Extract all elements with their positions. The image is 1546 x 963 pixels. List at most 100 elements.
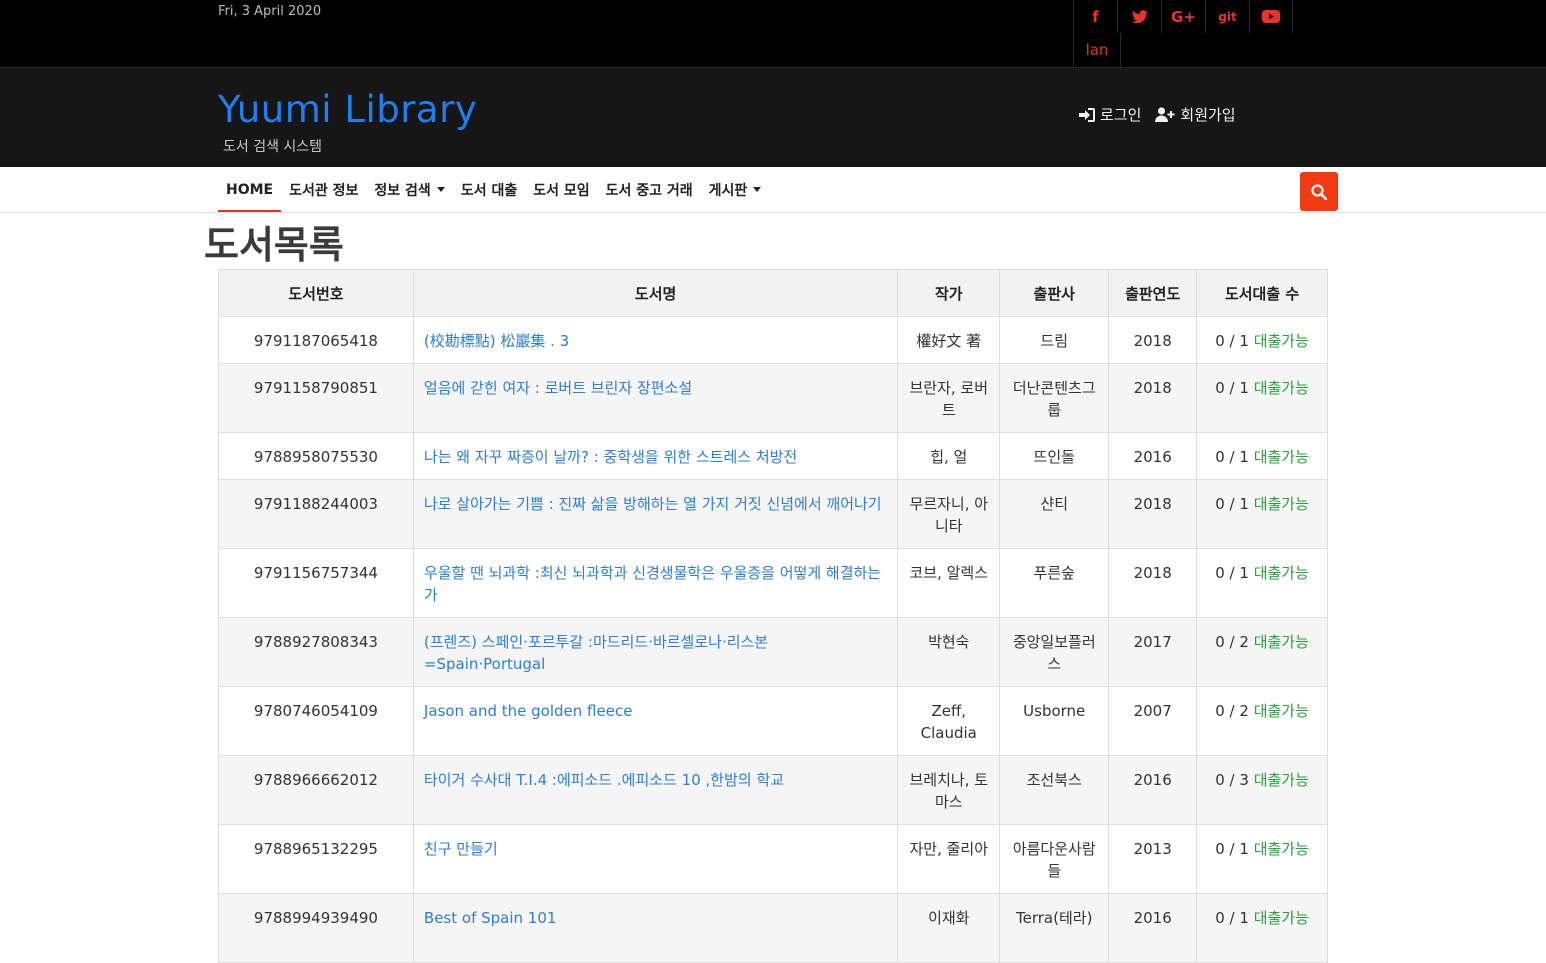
cell-title: 타이거 수사대 T.I.4 :에피소드 .에피소드 10 ,한밤의 학교	[412, 755, 899, 825]
nav-book-loan-label: 도서 대출	[460, 182, 518, 199]
cell-loan: 0 / 1 대출가능	[1196, 824, 1328, 894]
cell-publisher: 아름다운사람들	[999, 824, 1110, 894]
login-link[interactable]: 로그인	[1079, 104, 1141, 125]
table-row[interactable]: 9788927808343 (프렌즈) 스페인·포르투갈 :마드리드·바르셀로나·…	[218, 617, 1328, 687]
cell-isbn: 9780746054109	[218, 686, 414, 756]
cell-publisher: 푸른숲	[999, 548, 1110, 618]
loan-count: 0 / 1	[1215, 909, 1249, 927]
book-title-link[interactable]: 나로 살아가는 기쁨 : 진짜 삶을 방해하는 열 가지 거짓 신념에서 깨어나…	[424, 495, 882, 513]
loan-status-link[interactable]: 대출가능	[1254, 909, 1309, 927]
cell-author: 權好文 著	[897, 316, 1001, 364]
nav-info-search[interactable]: 정보 검색	[366, 167, 452, 212]
signup-link[interactable]: 회원가입	[1155, 104, 1236, 125]
loan-count: 0 / 3	[1215, 771, 1249, 789]
language-link[interactable]: lan	[1073, 33, 1121, 67]
cell-loan: 0 / 3 대출가능	[1196, 755, 1328, 825]
book-title-link[interactable]: Jason and the golden fleece	[424, 702, 633, 720]
table-row[interactable]: 9791188244003 나로 살아가는 기쁨 : 진짜 삶을 방해하는 열 가…	[218, 479, 1328, 549]
table-row[interactable]: 9780746054109 Jason and the golden fleece…	[218, 686, 1328, 756]
cell-isbn: 9788965132295	[218, 824, 414, 894]
site-title[interactable]: Yuumi Library	[218, 88, 477, 131]
table-row[interactable]: 9788966662012 타이거 수사대 T.I.4 :에피소드 .에피소드 1…	[218, 755, 1328, 825]
login-label: 로그인	[1100, 106, 1142, 124]
book-title-link[interactable]: 우울할 땐 뇌과학 :최신 뇌과학과 신경생물학은 우울증을 어떻게 해결하는가	[424, 564, 881, 604]
chevron-down-icon	[436, 187, 445, 192]
cell-year: 2017	[1108, 617, 1198, 687]
social-links: f G+ git lan	[1073, 0, 1293, 67]
loan-status-link[interactable]: 대출가능	[1254, 840, 1309, 858]
signup-label: 회원가입	[1180, 106, 1236, 124]
header-author[interactable]: 작가	[897, 269, 1001, 317]
nav-home[interactable]: HOME	[218, 167, 282, 212]
cell-year: 2016	[1108, 432, 1198, 480]
search-button[interactable]	[1300, 172, 1338, 211]
loan-status-link[interactable]: 대출가능	[1254, 564, 1309, 582]
google-plus-icon[interactable]: G+	[1161, 0, 1205, 33]
book-title-link[interactable]: (프렌즈) 스페인·포르투갈 :마드리드·바르셀로나·리스본 =Spain·Po…	[424, 633, 768, 673]
site-subtitle: 도서 검색 시스템	[223, 139, 323, 155]
cell-title: 나는 왜 자꾸 짜증이 날까? : 중학생을 위한 스트레스 처방전	[412, 432, 899, 480]
header-publisher[interactable]: 출판사	[999, 269, 1110, 317]
nav-book-club-label: 도서 모임	[533, 182, 590, 199]
search-icon	[1311, 183, 1327, 200]
header-title[interactable]: 도서명	[412, 269, 899, 317]
cell-loan: 0 / 1 대출가능	[1196, 432, 1328, 480]
cell-loan: 0 / 1 대출가능	[1196, 363, 1328, 433]
book-title-link[interactable]: 친구 만들기	[424, 840, 498, 858]
cell-title: 우울할 땐 뇌과학 :최신 뇌과학과 신경생물학은 우울증을 어떻게 해결하는가	[412, 548, 899, 618]
cell-publisher: 드림	[999, 316, 1110, 364]
table-row[interactable]: 9788994939490 Best of Spain 101 이재화 Terra(테…	[218, 893, 1328, 963]
table-row[interactable]: 9791187065418 (校勘標點) 松巖集 . 3 權好文 著 드림 2018 0 …	[218, 316, 1328, 364]
brand-header: Yuumi Library 도서 검색 시스템 로그인 회원가입	[0, 67, 1546, 167]
table-row[interactable]: 9791158790851 얼음에 갇힌 여자 : 로버트 브린자 장편소설 브란자…	[218, 363, 1328, 433]
table-row[interactable]: 9791156757344 우울할 땐 뇌과학 :최신 뇌과학과 신경생물학은 우…	[218, 548, 1328, 618]
nav-library-info[interactable]: 도서관 정보	[281, 167, 366, 212]
cell-publisher: 더난콘텐츠그룹	[999, 363, 1110, 433]
cell-isbn: 9788966662012	[218, 755, 414, 825]
loan-count: 0 / 1	[1215, 495, 1249, 513]
top-bar: Fri, 3 April 2020 f G+ git lan	[0, 0, 1546, 67]
book-title-link[interactable]: 나는 왜 자꾸 짜증이 날까? : 중학생을 위한 스트레스 처방전	[424, 448, 797, 466]
loan-status-link[interactable]: 대출가능	[1254, 702, 1309, 720]
book-title-link[interactable]: 얼음에 갇힌 여자 : 로버트 브린자 장편소설	[424, 379, 692, 397]
book-title-link[interactable]: Best of Spain 101	[424, 909, 557, 927]
header-isbn[interactable]: 도서번호	[218, 269, 414, 317]
cell-isbn: 9791158790851	[218, 363, 414, 433]
header-year[interactable]: 출판연도	[1108, 269, 1198, 317]
cell-loan: 0 / 1 대출가능	[1196, 316, 1328, 364]
cell-title: 친구 만들기	[412, 824, 899, 894]
cell-year: 2007	[1108, 686, 1198, 756]
table-row[interactable]: 9788958075530 나는 왜 자꾸 짜증이 날까? : 중학생을 위한 스…	[218, 432, 1328, 480]
loan-count: 0 / 1	[1215, 448, 1249, 466]
cell-loan: 0 / 1 대출가능	[1196, 479, 1328, 549]
cell-isbn: 9788994939490	[218, 893, 414, 963]
loan-status-link[interactable]: 대출가능	[1254, 379, 1309, 397]
loan-status-link[interactable]: 대출가능	[1254, 448, 1309, 466]
cell-isbn: 9791187065418	[218, 316, 414, 364]
cell-title: Best of Spain 101	[412, 893, 899, 963]
loan-count: 0 / 1	[1215, 840, 1249, 858]
nav-book-loan[interactable]: 도서 대출	[453, 167, 525, 212]
table-row[interactable]: 9788965132295 친구 만들기 자만, 줄리아 아름다운사람들 2013 0 /…	[218, 824, 1328, 894]
twitter-icon[interactable]	[1117, 0, 1161, 33]
book-title-link[interactable]: 타이거 수사대 T.I.4 :에피소드 .에피소드 10 ,한밤의 학교	[424, 771, 784, 789]
nav-book-club[interactable]: 도서 모임	[525, 167, 597, 212]
header-loan-count[interactable]: 도서대출 수	[1196, 269, 1328, 317]
youtube-icon[interactable]	[1249, 0, 1293, 33]
facebook-icon[interactable]: f	[1073, 0, 1117, 33]
git-icon[interactable]: git	[1205, 0, 1249, 33]
loan-count: 0 / 1	[1215, 332, 1249, 350]
cell-isbn: 9788927808343	[218, 617, 414, 687]
loan-status-link[interactable]: 대출가능	[1254, 495, 1309, 513]
loan-status-link[interactable]: 대출가능	[1254, 633, 1309, 651]
cell-isbn: 9788958075530	[218, 432, 414, 480]
book-title-link[interactable]: (校勘標點) 松巖集 . 3	[424, 332, 569, 350]
user-plus-icon	[1155, 107, 1175, 122]
cell-publisher: 샨티	[999, 479, 1110, 549]
nav-board[interactable]: 게시판	[701, 167, 770, 212]
cell-loan: 0 / 1 대출가능	[1196, 548, 1328, 618]
loan-status-link[interactable]: 대출가능	[1254, 771, 1309, 789]
cell-year: 2018	[1108, 479, 1198, 549]
nav-used-books[interactable]: 도서 중고 거래	[598, 167, 701, 212]
loan-status-link[interactable]: 대출가능	[1254, 332, 1309, 350]
